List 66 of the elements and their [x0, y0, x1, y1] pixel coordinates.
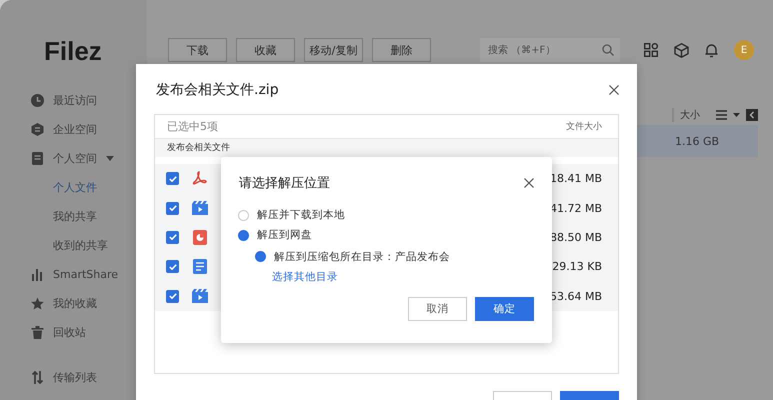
checkmark-icon — [168, 293, 176, 300]
close-icon[interactable] — [524, 178, 534, 188]
checkbox[interactable] — [166, 202, 179, 215]
clock-icon — [31, 94, 44, 107]
avatar[interactable]: E — [734, 40, 754, 60]
sidebar-item[interactable]: SmartShare — [0, 260, 118, 289]
dialog-title: 请选择解压位置 — [239, 175, 330, 192]
checkmark-icon — [168, 205, 176, 212]
file-row[interactable]: 1.16 GB — [636, 125, 758, 157]
transfer-arrows-icon — [31, 371, 44, 384]
app-logo: Filez — [44, 36, 102, 67]
checkmark-icon — [168, 264, 176, 270]
toolbar-button[interactable]: 下载 — [168, 38, 227, 62]
link[interactable]: 选择其他目录 — [272, 270, 338, 284]
file-size: 29.13 KB — [552, 260, 602, 274]
collapse-icon[interactable] — [746, 109, 758, 121]
trash-icon — [31, 326, 44, 339]
radio-option[interactable]: 解压到压缩包所在目录：产品发布会 — [255, 245, 450, 268]
bell-icon[interactable] — [705, 42, 718, 58]
checkbox[interactable] — [166, 230, 179, 244]
file-size: 18.41 MB — [550, 172, 602, 186]
grid-icon[interactable] — [644, 43, 658, 57]
checkbox[interactable] — [166, 290, 179, 303]
confirm-button[interactable]: 确定 — [475, 297, 534, 321]
cancel-button[interactable]: 取消 — [408, 297, 467, 321]
sidebar-item[interactable]: 个人文件 — [0, 173, 97, 202]
sidebar-item[interactable]: 我的收藏 — [0, 289, 97, 318]
close-icon[interactable] — [609, 85, 619, 95]
search-field[interactable]: 搜索 （⌘+F） — [480, 38, 620, 62]
sidebar-item[interactable]: 个人空间 — [0, 144, 114, 173]
toolbar-button[interactable]: 收藏 — [236, 38, 295, 62]
caret-down-icon[interactable] — [733, 113, 740, 117]
caret-down-icon — [106, 156, 114, 161]
sidebar-item[interactable]: 我的共享 — [0, 202, 97, 231]
selection-count: 已选中5项 — [167, 119, 218, 134]
list-view-icon[interactable] — [716, 110, 727, 120]
document-icon — [31, 152, 44, 165]
video-icon — [192, 288, 208, 304]
video-icon — [192, 200, 208, 216]
checkmark-icon — [168, 234, 176, 240]
sidebar-item[interactable]: 最近访问 — [0, 86, 97, 115]
hexagon-icon — [31, 123, 44, 136]
pdf-icon — [192, 171, 208, 186]
checkbox[interactable] — [166, 260, 179, 274]
sort-column-label[interactable]: 大小 — [672, 108, 700, 122]
search-icon[interactable] — [602, 44, 614, 56]
file-size: 1.16 GB — [674, 134, 720, 148]
sidebar-item[interactable]: 企业空间 — [0, 115, 97, 144]
folder-path: 发布会相关文件 — [155, 139, 618, 157]
star-icon — [31, 297, 44, 310]
sidebar-item[interactable]: 回收站 — [0, 318, 86, 347]
radio-option[interactable]: 解压到网盘 — [238, 225, 312, 245]
cube-icon[interactable] — [674, 42, 689, 58]
presentation-icon — [192, 230, 208, 245]
file-size: 41.72 MB — [550, 202, 602, 215]
checkbox[interactable] — [166, 172, 179, 186]
document-icon — [192, 259, 208, 274]
sidebar-item[interactable]: 传输列表 — [0, 363, 97, 392]
toolbar-button[interactable]: 移动/复制 — [304, 38, 363, 62]
radio-option[interactable]: 解压并下载到本地 — [238, 205, 345, 225]
bar-chart-icon — [31, 268, 44, 281]
column-header: 文件大小 — [566, 120, 602, 133]
toolbar-button[interactable]: 删除 — [372, 38, 431, 62]
sidebar-item[interactable]: 收到的共享 — [0, 231, 108, 260]
dialog-title: 发布会相关文件.zip — [156, 81, 279, 99]
checkmark-icon — [168, 176, 176, 182]
